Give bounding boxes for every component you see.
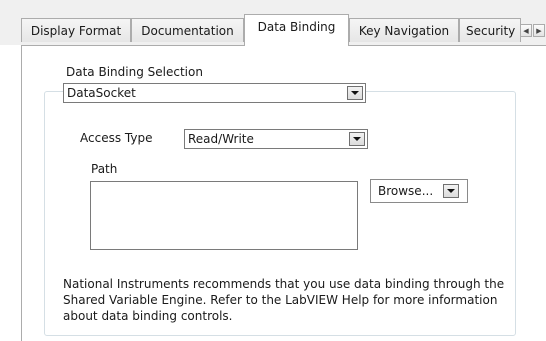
tab-label: Key Navigation: [358, 23, 450, 38]
tab-scroll-left-button[interactable]: ◀: [520, 24, 532, 37]
access-type-value: Read/Write: [188, 132, 254, 146]
binding-selection-value: DataSocket: [67, 86, 136, 100]
note-line: National Instruments recommends that you…: [63, 277, 505, 291]
access-type-label: Access Type: [80, 131, 153, 145]
binding-selection-dropdown[interactable]: DataSocket: [63, 83, 366, 103]
chevron-down-icon[interactable]: [443, 184, 459, 198]
chevron-down-icon[interactable]: [347, 86, 363, 100]
note-line: Shared Variable Engine. Refer to the Lab…: [63, 293, 498, 307]
tab-key-navigation[interactable]: Key Navigation: [349, 18, 459, 42]
tab-bar: Display Format Documentation Data Bindin…: [0, 0, 546, 46]
path-field[interactable]: [90, 181, 358, 250]
path-label: Path: [91, 162, 118, 176]
tab-label: Documentation: [141, 23, 234, 38]
note-line: about data binding controls.: [63, 309, 233, 323]
binding-selection-label: Data Binding Selection: [66, 65, 203, 79]
browse-button[interactable]: Browse...: [370, 179, 468, 203]
tab-security[interactable]: Security: [459, 18, 521, 42]
chevron-left-icon: ◀: [523, 26, 529, 35]
tab-label: Data Binding: [257, 19, 336, 34]
chevron-right-icon: ▶: [536, 26, 542, 35]
chevron-down-icon[interactable]: [349, 132, 365, 146]
tab-data-binding[interactable]: Data Binding: [244, 14, 349, 46]
tab-label: Display Format: [30, 23, 122, 38]
tab-label: Security: [466, 23, 516, 38]
binding-note: National Instruments recommends that you…: [63, 276, 513, 324]
tab-display-format[interactable]: Display Format: [21, 18, 131, 42]
tab-scroll-right-button[interactable]: ▶: [533, 24, 545, 37]
tab-documentation[interactable]: Documentation: [131, 18, 244, 42]
access-type-dropdown[interactable]: Read/Write: [184, 129, 368, 149]
